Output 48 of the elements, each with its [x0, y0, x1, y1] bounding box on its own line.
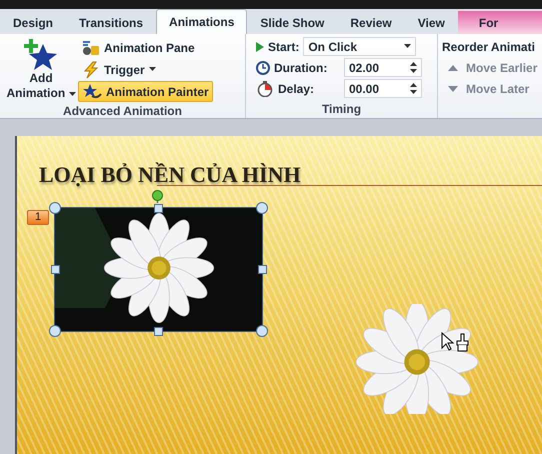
- resize-handle[interactable]: [49, 202, 61, 214]
- reorder-title: Reorder Animati: [442, 38, 536, 56]
- start-label: Start:: [268, 40, 300, 54]
- star-brush-icon: [82, 83, 102, 100]
- ribbon-tab[interactable]: Review: [337, 10, 405, 34]
- stopwatch-icon: [256, 80, 274, 96]
- resize-handle[interactable]: [154, 204, 163, 213]
- up-triangle-icon: [448, 64, 458, 70]
- duration-label: Duration:: [274, 60, 328, 74]
- animation-pane-button[interactable]: Animation Pane: [78, 37, 213, 58]
- ribbon-tab[interactable]: Transitions: [66, 10, 156, 34]
- trigger-button[interactable]: Trigger: [78, 59, 213, 80]
- lightning-icon: [82, 60, 100, 78]
- rotate-handle[interactable]: [152, 190, 163, 203]
- resize-handle[interactable]: [49, 325, 61, 337]
- add-animation-label: Add Animation: [6, 71, 76, 101]
- add-animation-button[interactable]: Add Animation: [4, 37, 78, 103]
- ribbon-tab[interactable]: Slide Show: [247, 10, 338, 34]
- spinner-icon[interactable]: [410, 83, 417, 94]
- slide-title: LOẠI BỎ NỀN CỦA HÌNH: [39, 162, 301, 188]
- ribbon-tab[interactable]: Animations: [156, 9, 248, 34]
- delay-label: Delay:: [278, 82, 316, 96]
- start-dropdown[interactable]: On Click: [303, 37, 416, 56]
- play-icon: [256, 42, 264, 52]
- resize-handle[interactable]: [154, 327, 163, 336]
- flower-photo[interactable]: [55, 208, 262, 331]
- cursor-paintbrush-icon: [441, 332, 471, 354]
- resize-handle[interactable]: [256, 202, 268, 214]
- group-label: Timing: [320, 101, 362, 118]
- animation-pane-icon: [82, 40, 100, 56]
- animation-order-badge: 1: [27, 210, 49, 225]
- down-triangle-icon: [448, 86, 458, 92]
- clock-icon: [256, 60, 270, 74]
- resize-handle[interactable]: [51, 265, 60, 274]
- caret-icon: [404, 44, 412, 49]
- animation-painter-button[interactable]: Animation Painter: [78, 81, 213, 102]
- caret-icon: [68, 92, 76, 97]
- spinner-icon[interactable]: [410, 62, 417, 73]
- ribbon-tab[interactable]: For: [458, 10, 542, 34]
- group-label: Advanced Animation: [62, 103, 183, 119]
- resize-handle[interactable]: [258, 265, 267, 274]
- duration-field[interactable]: 02.00: [344, 58, 422, 77]
- caret-icon: [148, 67, 156, 72]
- resize-handle[interactable]: [256, 325, 268, 337]
- star-plus-icon: [24, 39, 58, 71]
- delay-field[interactable]: 00.00: [344, 79, 422, 98]
- ribbon-tab[interactable]: View: [404, 10, 458, 34]
- ribbon-tab[interactable]: Design: [0, 10, 66, 34]
